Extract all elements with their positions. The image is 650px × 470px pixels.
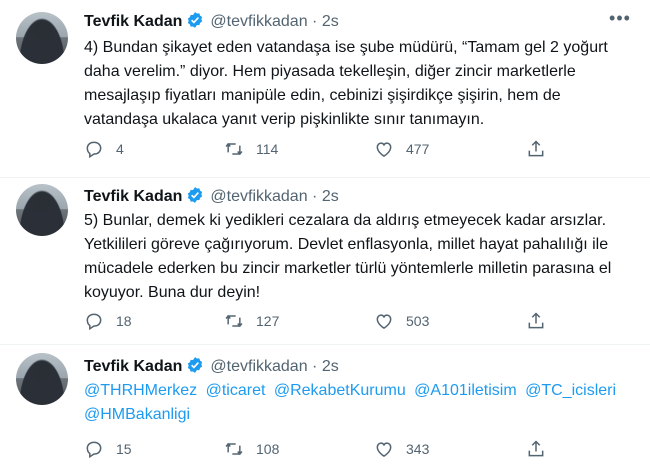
like-button[interactable]: 477: [374, 139, 429, 159]
retweet-count: 127: [256, 313, 280, 329]
tweet[interactable]: Tevfik Kadan @tevfikkadan · 2s @THRHMerke…: [0, 345, 650, 470]
reply-button[interactable]: 15: [84, 439, 132, 459]
share-button[interactable]: [526, 311, 546, 331]
tweet[interactable]: Tevfik Kadan @tevfikkadan · 2s 5) Bunlar,…: [0, 178, 650, 345]
verified-badge-icon: [188, 12, 203, 28]
like-icon: [376, 442, 392, 457]
reply-icon: [86, 441, 102, 459]
tweet-mentions: @THRHMerkez @ticaret @RekabetKurumu @A10…: [84, 379, 634, 427]
retweet-icon: [225, 442, 243, 456]
like-icon: [376, 314, 392, 329]
verified-badge-icon: [188, 187, 203, 203]
mention-link[interactable]: @TC_icisleri: [525, 382, 616, 399]
reply-count: 15: [116, 441, 132, 457]
separator-dot: ·: [312, 188, 318, 205]
retweet-icon: [225, 142, 243, 156]
timestamp[interactable]: 2s: [322, 13, 339, 30]
tweet-text-line: mücadele ederken bu zincir marketler tür…: [84, 260, 612, 277]
tweet-header: Tevfik Kadan @tevfikkadan · 2s: [84, 186, 339, 206]
author-name[interactable]: Tevfik Kadan: [84, 188, 182, 205]
like-count: 343: [406, 441, 430, 457]
tweet-text: 5) Bunlar, demek ki yedikleri cezalara d…: [84, 209, 634, 305]
share-icon: [528, 440, 544, 457]
reply-icon: [86, 313, 102, 331]
retweet-count: 108: [256, 441, 280, 457]
share-icon: [528, 312, 544, 329]
tweet-header: Tevfik Kadan @tevfikkadan · 2s: [84, 11, 339, 31]
more-icon[interactable]: •••: [608, 9, 632, 31]
tweet-text-line: Yetkilileri göreve çağırıyorum. Devlet e…: [84, 236, 609, 253]
tweet-actions: 18 127 503: [84, 311, 554, 333]
like-count: 503: [406, 313, 430, 329]
avatar[interactable]: [16, 353, 68, 405]
timestamp[interactable]: 2s: [322, 188, 339, 205]
like-button[interactable]: 343: [374, 439, 429, 459]
like-button[interactable]: 503: [374, 311, 429, 331]
tweet[interactable]: Tevfik Kadan @tevfikkadan · 2s ••• 4) Bun…: [0, 0, 650, 178]
like-count: 477: [406, 141, 430, 157]
tweet-header: Tevfik Kadan @tevfikkadan · 2s: [84, 356, 339, 376]
share-button[interactable]: [526, 439, 546, 459]
avatar[interactable]: [16, 184, 68, 236]
like-icon: [376, 142, 392, 157]
tweet-text: 4) Bundan şikayet eden vatandaşa ise şub…: [84, 36, 634, 132]
reply-count: 18: [116, 313, 132, 329]
mention-link[interactable]: @THRHMerkez: [84, 382, 197, 399]
share-icon: [528, 140, 544, 157]
author-handle[interactable]: @tevfikkadan: [210, 188, 307, 205]
separator-dot: ·: [312, 13, 318, 30]
share-button[interactable]: [526, 139, 546, 159]
reply-count: 4: [116, 141, 124, 157]
author-name[interactable]: Tevfik Kadan: [84, 13, 182, 30]
reply-icon: [86, 141, 102, 159]
tweet-text-line: 4) Bundan şikayet eden vatandaşa ise şub…: [84, 39, 608, 56]
reply-button[interactable]: 4: [84, 139, 124, 159]
retweet-icon: [225, 314, 243, 328]
verified-badge-icon: [188, 357, 203, 373]
retweet-count: 114: [256, 141, 279, 157]
author-handle[interactable]: @tevfikkadan: [210, 358, 307, 375]
tweet-text-line: vatandaşa ukalaca yanıt verip pişkinlikt…: [84, 111, 485, 128]
tweet-text-line: 5) Bunlar, demek ki yedikleri cezalara d…: [84, 212, 607, 229]
tweet-actions: 15 108 343: [84, 439, 554, 461]
avatar[interactable]: [16, 12, 68, 64]
mention-link[interactable]: @A101iletisim: [414, 382, 517, 399]
tweet-text-line: koyuyor. Buna dur deyin!: [84, 284, 261, 301]
retweet-button[interactable]: 108: [224, 439, 279, 459]
author-handle[interactable]: @tevfikkadan: [210, 13, 307, 30]
separator-dot: ·: [312, 358, 318, 375]
mention-link[interactable]: @ticaret: [206, 382, 266, 399]
mention-link[interactable]: @RekabetKurumu: [274, 382, 406, 399]
mention-link[interactable]: @HMBakanligi: [84, 406, 190, 423]
tweet-actions: 4 114 477: [84, 139, 554, 161]
tweet-text-line: daha verelim.” diyor. Hem piyasada tekel…: [84, 63, 576, 80]
retweet-button[interactable]: 114: [224, 139, 278, 159]
reply-button[interactable]: 18: [84, 311, 132, 331]
tweet-text-line: mesajlaşıp fiyatları manipüle edin, cebi…: [84, 87, 561, 104]
retweet-button[interactable]: 127: [224, 311, 279, 331]
timestamp[interactable]: 2s: [322, 358, 339, 375]
author-name[interactable]: Tevfik Kadan: [84, 358, 182, 375]
